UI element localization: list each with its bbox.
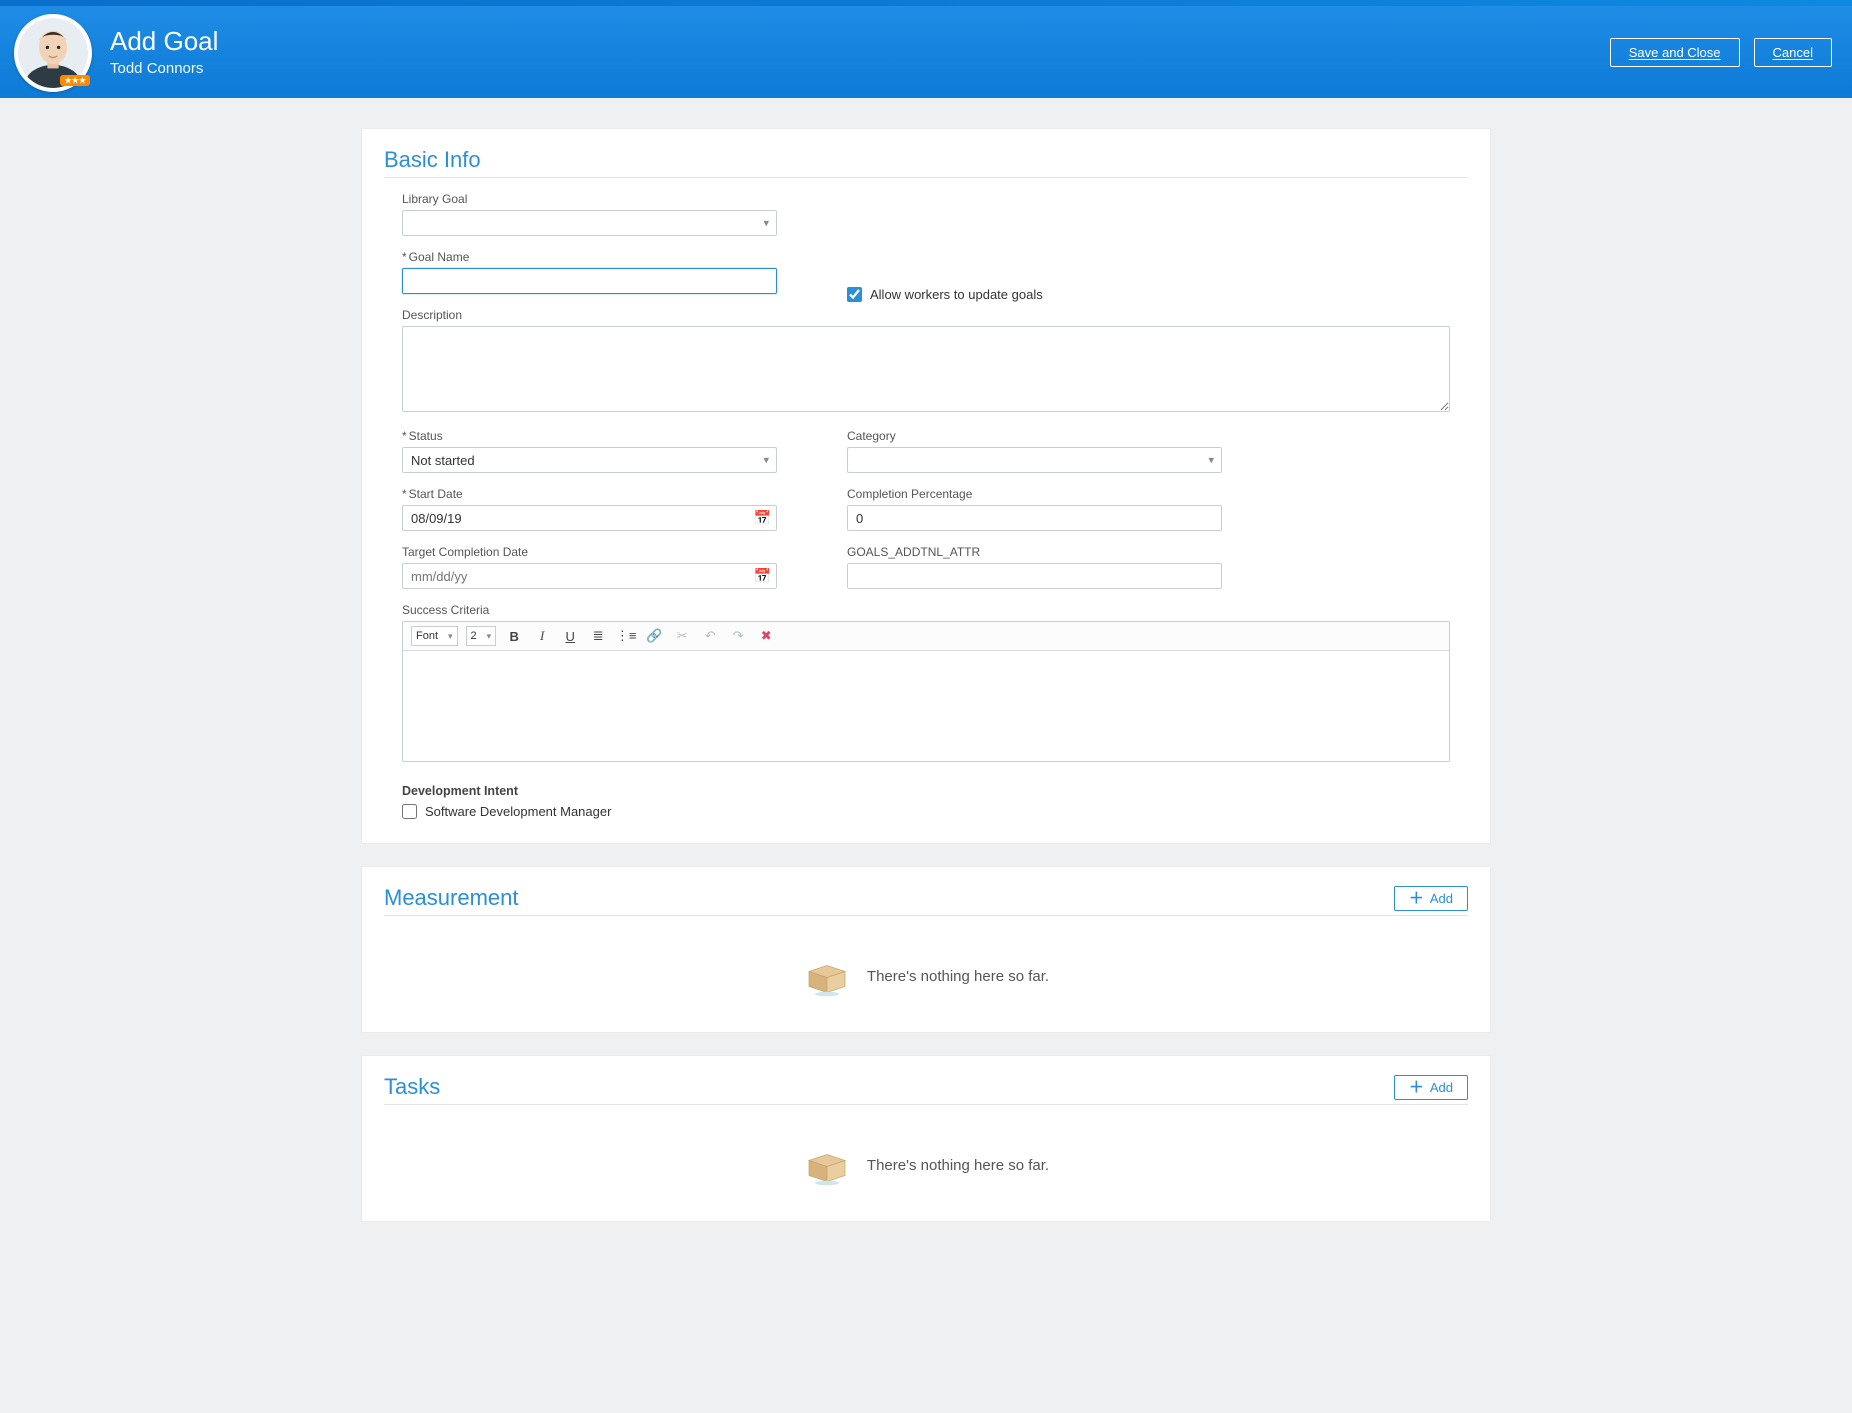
rte-size-select[interactable]: 2▾ [466,626,497,646]
dev-intent-checkbox[interactable] [402,804,417,819]
description-label: Description [402,308,1450,322]
measurement-empty-text: There's nothing here so far. [867,968,1049,985]
measurement-card: Measurement ＋ Add There's nothing here s… [361,866,1491,1033]
start-date-input[interactable] [402,505,777,531]
basic-info-title: Basic Info [384,147,1468,178]
avatar[interactable]: ★★★ [14,14,92,92]
measurement-empty-state: There's nothing here so far. [384,930,1468,1008]
cancel-button[interactable]: Cancel [1754,38,1832,67]
category-select[interactable] [847,447,1222,473]
bold-icon[interactable]: B [504,626,524,646]
empty-box-icon [803,954,851,998]
allow-workers-update-checkbox[interactable] [847,287,862,302]
header-actions: Save and Close Cancel [1610,38,1832,67]
description-textarea[interactable] [402,326,1450,412]
page-body: Basic Info Library Goal ▾ Goal Name [361,128,1491,1222]
italic-icon[interactable]: I [532,626,552,646]
status-select[interactable] [402,447,777,473]
calendar-icon[interactable]: 📅 [754,510,771,527]
basic-info-card: Basic Info Library Goal ▾ Goal Name [361,128,1491,844]
start-date-label: Start Date [402,487,777,501]
page-title: Add Goal [110,27,218,56]
goal-name-label: Goal Name [402,250,777,264]
allow-workers-update-label: Allow workers to update goals [870,287,1043,302]
target-date-input[interactable] [402,563,777,589]
plus-icon: ＋ [1409,1080,1424,1095]
add-measurement-button[interactable]: ＋ Add [1394,886,1468,911]
rte-body[interactable] [403,651,1449,761]
target-date-label: Target Completion Date [402,545,777,559]
unordered-list-icon[interactable]: ⋮≡ [616,626,636,646]
measurement-title: Measurement [384,885,519,911]
link-icon[interactable]: 🔗 [644,626,664,646]
avatar-badge: ★★★ [60,75,90,86]
success-criteria-editor: Font▾ 2▾ B I U ≣ ⋮≡ 🔗 ✂ ↶ ↷ ✖ [402,621,1450,762]
empty-box-icon [803,1143,851,1187]
page-subtitle: Todd Connors [110,60,218,77]
tasks-empty-state: There's nothing here so far. [384,1119,1468,1197]
library-goal-select[interactable] [402,210,777,236]
tasks-card: Tasks ＋ Add There's nothing here so far. [361,1055,1491,1222]
dev-intent-option-label: Software Development Manager [425,804,611,819]
clear-format-icon[interactable]: ✖ [756,626,776,646]
rte-font-select[interactable]: Font▾ [411,626,458,646]
status-label: Status [402,429,777,443]
calendar-icon[interactable]: 📅 [754,568,771,585]
undo-icon[interactable]: ↶ [700,626,720,646]
add-task-button[interactable]: ＋ Add [1394,1075,1468,1100]
rte-toolbar: Font▾ 2▾ B I U ≣ ⋮≡ 🔗 ✂ ↶ ↷ ✖ [403,622,1449,651]
addtnl-attr-label: GOALS_ADDTNL_ATTR [847,545,1222,559]
ordered-list-icon[interactable]: ≣ [588,626,608,646]
goal-name-input[interactable] [402,268,777,294]
category-label: Category [847,429,1222,443]
success-criteria-label: Success Criteria [402,603,1450,617]
tasks-empty-text: There's nothing here so far. [867,1157,1049,1174]
tasks-title: Tasks [384,1074,440,1100]
page-header: ★★★ Add Goal Todd Connors Save and Close… [0,6,1852,98]
unlink-icon[interactable]: ✂ [672,626,692,646]
addtnl-attr-input[interactable] [847,563,1222,589]
completion-pct-label: Completion Percentage [847,487,1222,501]
save-and-close-button[interactable]: Save and Close [1610,38,1740,67]
redo-icon[interactable]: ↷ [728,626,748,646]
development-intent-section: Development Intent Software Development … [402,784,1450,819]
plus-icon: ＋ [1409,891,1424,906]
library-goal-label: Library Goal [402,192,777,206]
completion-pct-input[interactable] [847,505,1222,531]
underline-icon[interactable]: U [560,626,580,646]
dev-intent-title: Development Intent [402,784,1450,798]
header-titles: Add Goal Todd Connors [110,27,218,77]
